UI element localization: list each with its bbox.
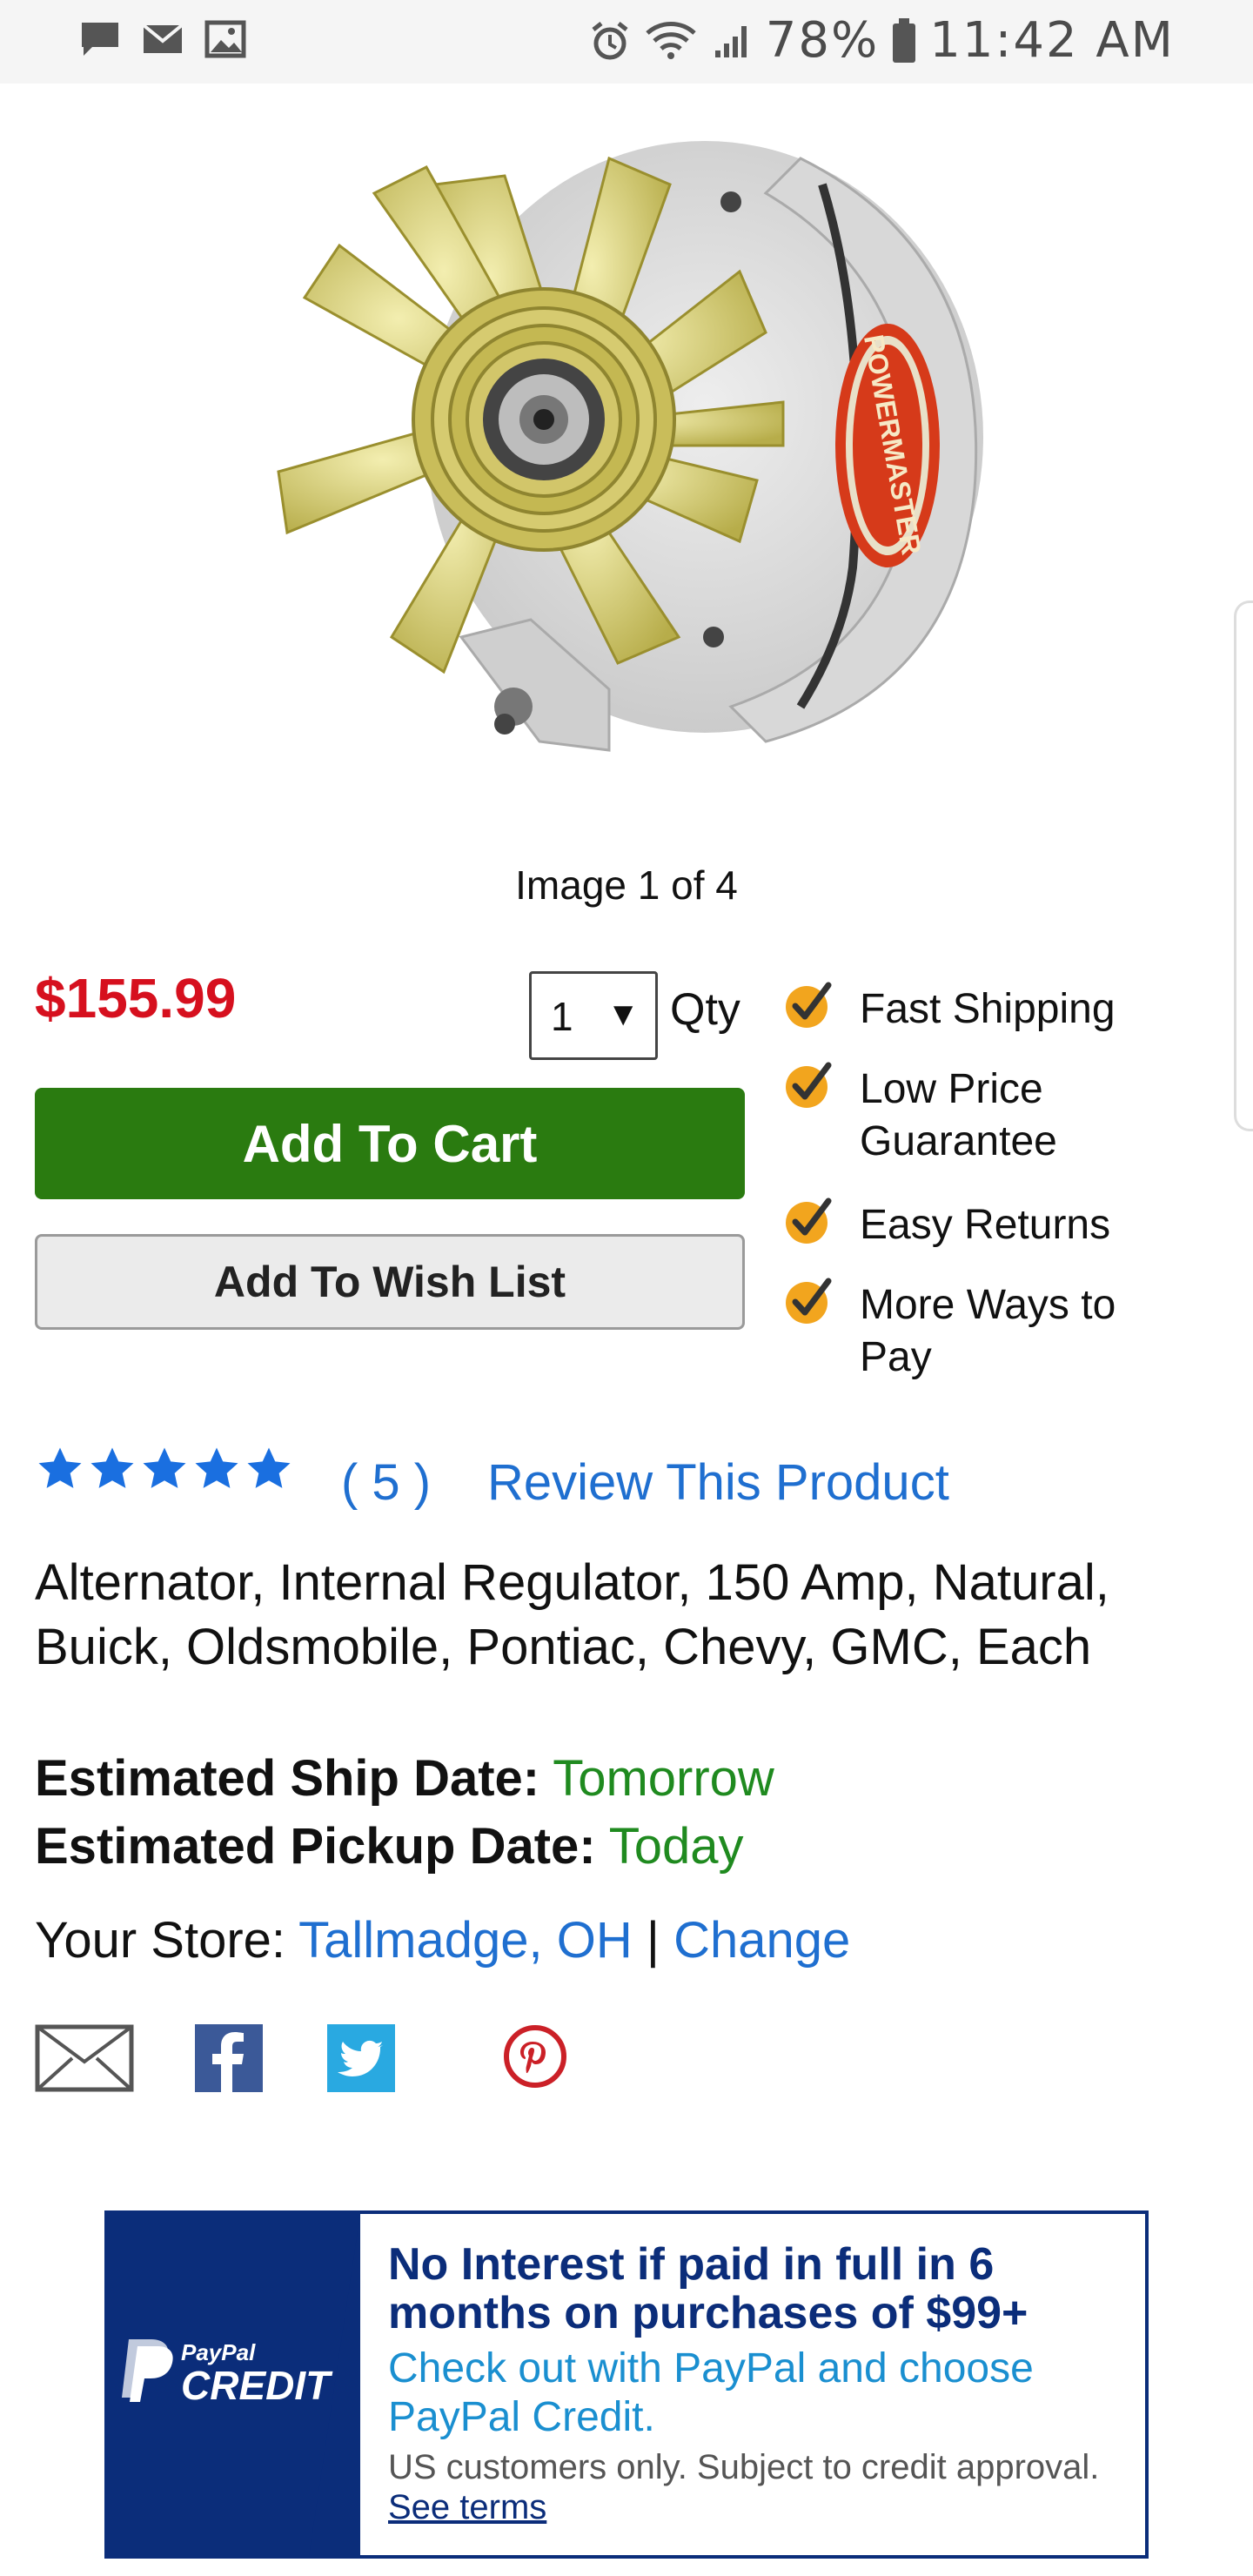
star-icon: [90, 1447, 134, 1488]
see-terms-link[interactable]: See terms: [388, 2488, 546, 2526]
mail-notification-icon: [142, 23, 184, 53]
quantity-value: 1: [551, 994, 573, 1039]
star-icon: [143, 1447, 186, 1488]
benefit-label: More Ways to Pay: [860, 1282, 1116, 1380]
wifi-icon: [646, 21, 696, 59]
check-icon: [786, 1197, 832, 1244]
paypal-headline: No Interest if paid in full in 6 months …: [388, 2239, 1029, 2338]
paypal-subtext: Check out with PayPal and choose PayPal …: [388, 2345, 1034, 2440]
product-image[interactable]: POWERMASTER: [244, 80, 1009, 776]
paypal-fine-print: US customers only. Subject to credit app…: [388, 2447, 1136, 2527]
store-separator: |: [646, 1912, 660, 1969]
paypal-p-icon: [122, 2339, 173, 2402]
paypal-small-label: PayPal: [181, 2338, 256, 2365]
benefit-item: Low Price Guarantee: [783, 1062, 1149, 1168]
benefit-item: More Ways to Pay: [783, 1278, 1149, 1384]
signal-icon: [714, 25, 747, 57]
stars: [35, 1445, 294, 1493]
facebook-icon[interactable]: [195, 2024, 263, 2092]
image-notification-icon: [204, 20, 246, 58]
paypal-credit-banner[interactable]: PayPal CREDIT No Interest if paid in ful…: [104, 2210, 1149, 2559]
check-icon: [786, 1062, 832, 1108]
star-icon: [247, 1447, 291, 1488]
change-store-link[interactable]: Change: [673, 1912, 850, 1969]
paypal-credit-label: CREDIT: [181, 2362, 331, 2408]
benefit-item: Easy Returns: [783, 1197, 1111, 1251]
alarm-icon: [592, 21, 628, 59]
benefit-label: Easy Returns: [860, 1202, 1111, 1248]
image-counter: Image 1 of 4: [515, 862, 738, 908]
paypal-credit-logo: PayPal CREDIT: [117, 2336, 330, 2407]
pickup-date-label: Estimated Pickup Date:: [35, 1818, 596, 1875]
twitter-icon[interactable]: [327, 2024, 395, 2092]
benefit-label: Low Price Guarantee: [860, 1066, 1057, 1164]
paypal-disclaimer: US customers only. Subject to credit app…: [388, 2448, 1100, 2486]
review-count-link[interactable]: ( 5 ): [341, 1453, 431, 1512]
product-price: $155.99: [35, 967, 237, 1030]
battery-icon: [893, 17, 916, 63]
check-icon: [786, 1278, 832, 1324]
star-rating[interactable]: [35, 1445, 294, 1493]
add-to-wish-list-button[interactable]: Add To Wish List: [35, 1234, 745, 1330]
dropdown-arrow-icon: ▼: [606, 996, 640, 1033]
estimated-pickup-date: Estimated Pickup Date: Today: [35, 1817, 744, 1875]
ship-date-label: Estimated Ship Date:: [35, 1750, 540, 1807]
add-to-cart-button[interactable]: Add To Cart: [35, 1088, 745, 1199]
email-icon[interactable]: [35, 2024, 134, 2092]
store-location-link[interactable]: Tallmadge, OH: [298, 1912, 633, 1969]
star-icon: [195, 1447, 238, 1488]
pickup-date-value: Today: [608, 1818, 744, 1875]
estimated-ship-date: Estimated Ship Date: Tomorrow: [35, 1749, 774, 1808]
pinterest-icon[interactable]: [503, 2024, 567, 2089]
status-bar: 78% 11:42 AM: [0, 0, 1253, 84]
chat-notification-icon: [82, 23, 118, 56]
star-icon: [38, 1447, 82, 1488]
benefit-item: Fast Shipping: [783, 982, 1116, 1036]
your-store: Your Store: Tallmadge, OH | Change: [35, 1911, 850, 1969]
benefit-label: Fast Shipping: [860, 986, 1116, 1032]
battery-percent: 78%: [765, 12, 880, 69]
product-description: Alternator, Internal Regulator, 150 Amp,…: [35, 1554, 1109, 1675]
ship-date-value: Tomorrow: [553, 1750, 774, 1807]
quantity-label: Qty: [670, 984, 740, 1035]
clock: 11:42 AM: [929, 12, 1175, 69]
check-icon: [786, 982, 832, 1028]
store-label: Your Store:: [35, 1912, 286, 1969]
quantity-select[interactable]: 1 ▼: [529, 971, 658, 1060]
review-this-product-link[interactable]: Review This Product: [487, 1453, 949, 1512]
